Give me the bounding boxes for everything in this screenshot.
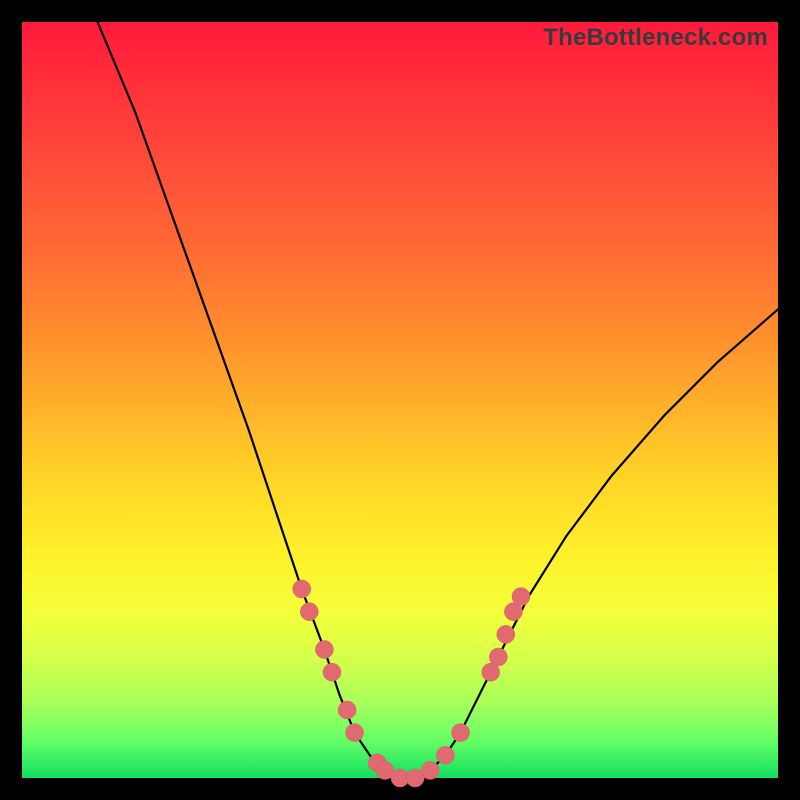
curve-marker <box>315 641 333 659</box>
curve-marker <box>421 761 439 779</box>
curve-marker <box>436 746 454 764</box>
bottleneck-curve <box>98 22 778 778</box>
curve-marker <box>300 603 318 621</box>
marker-group <box>293 580 530 787</box>
chart-svg <box>22 22 778 778</box>
curve-marker <box>323 663 341 681</box>
curve-marker <box>512 588 530 606</box>
curve-marker <box>293 580 311 598</box>
curve-marker <box>338 701 356 719</box>
chart-frame: TheBottleneck.com <box>0 0 800 800</box>
curve-marker <box>346 724 364 742</box>
curve-marker <box>452 724 470 742</box>
curve-marker <box>489 648 507 666</box>
plot-area: TheBottleneck.com <box>22 22 778 778</box>
curve-marker <box>497 625 515 643</box>
